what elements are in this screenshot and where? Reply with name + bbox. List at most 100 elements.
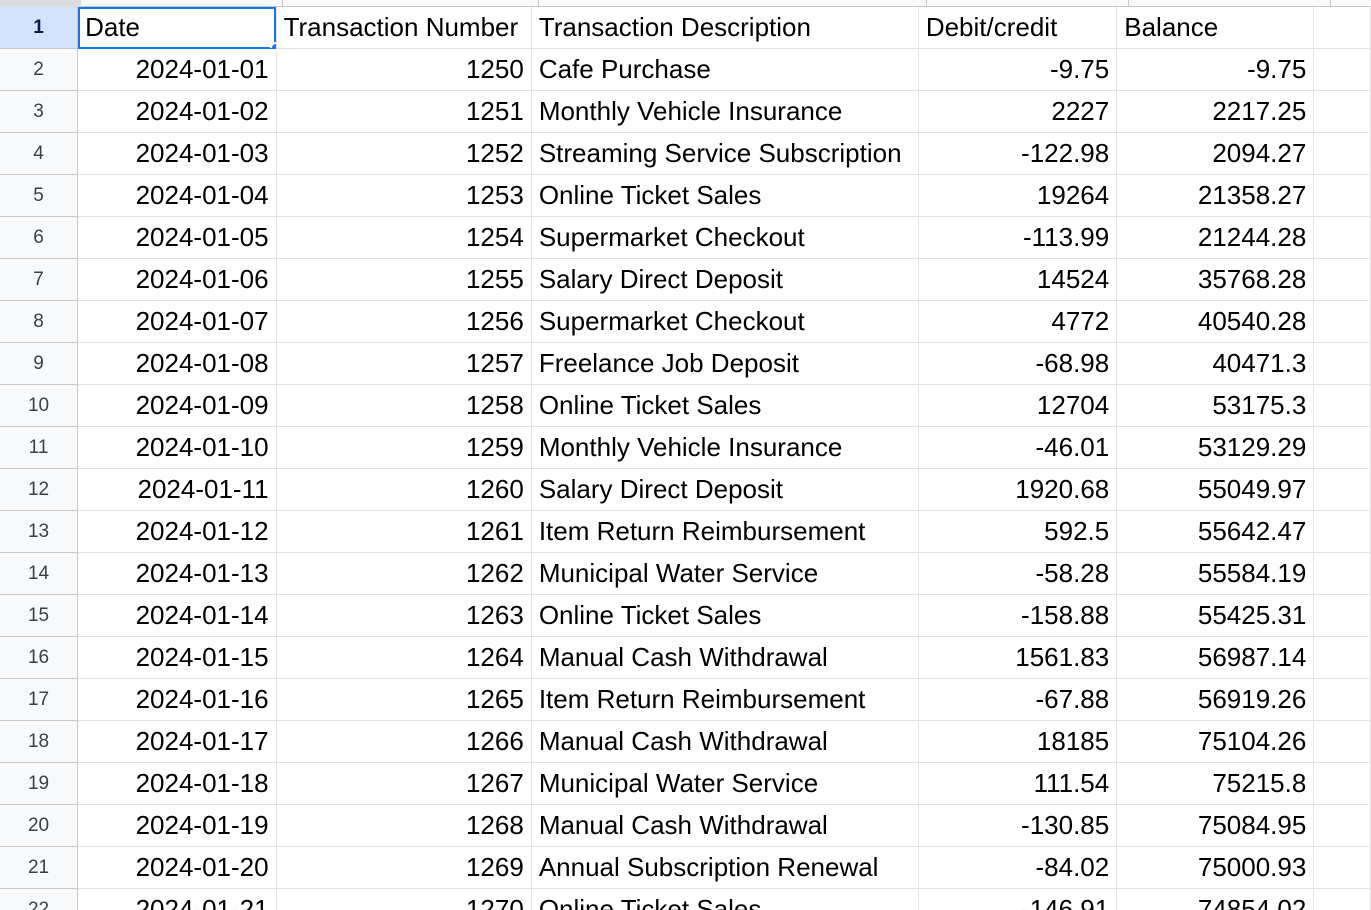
cell-empty[interactable] xyxy=(1313,804,1371,847)
cell-description[interactable]: Item Return Reimbursement xyxy=(531,510,919,553)
cell-empty[interactable] xyxy=(1313,762,1371,805)
cell-description[interactable]: Online Ticket Sales xyxy=(531,888,919,910)
row-number[interactable]: 8 xyxy=(0,300,79,343)
cell-date[interactable]: 2024-01-11 xyxy=(77,468,277,511)
cell-balance[interactable]: 75104.26 xyxy=(1116,720,1315,763)
cell-description[interactable]: Manual Cash Withdrawal xyxy=(531,804,919,847)
cell-date[interactable]: 2024-01-18 xyxy=(77,762,277,805)
spreadsheet-grid[interactable]: 1 Date Transaction Number Transaction De… xyxy=(0,0,1371,910)
cell-balance[interactable]: 75000.93 xyxy=(1116,846,1315,889)
cell-transaction-number[interactable]: 1264 xyxy=(276,636,532,679)
cell-debit-credit[interactable]: -122.98 xyxy=(918,132,1118,175)
cell-empty[interactable] xyxy=(1313,342,1371,385)
cell-date[interactable]: 2024-01-01 xyxy=(77,48,277,91)
cell-description-header[interactable]: Transaction Description xyxy=(531,7,919,49)
cell-debit-credit[interactable]: -9.75 xyxy=(918,48,1118,91)
cell-balance[interactable]: 21358.27 xyxy=(1116,174,1315,217)
cell-transaction-number[interactable]: 1268 xyxy=(276,804,532,847)
cell-balance[interactable]: 40471.3 xyxy=(1116,342,1315,385)
select-all-corner[interactable] xyxy=(0,0,81,7)
row-number[interactable]: 11 xyxy=(0,426,79,469)
row-number[interactable]: 18 xyxy=(0,720,79,763)
cell-number-header[interactable]: Transaction Number xyxy=(276,7,532,49)
cell-date[interactable]: 2024-01-14 xyxy=(77,594,277,637)
fill-handle[interactable] xyxy=(269,42,276,48)
cell-transaction-number[interactable]: 1257 xyxy=(276,342,532,385)
cell-debit-credit[interactable]: 18185 xyxy=(918,720,1118,763)
cell-empty[interactable] xyxy=(1313,552,1371,595)
cell-debit-credit[interactable]: 1920.68 xyxy=(918,468,1118,511)
cell-description[interactable]: Online Ticket Sales xyxy=(531,384,919,427)
cell-debit-credit[interactable]: -113.99 xyxy=(918,216,1118,259)
cell-transaction-number[interactable]: 1266 xyxy=(276,720,532,763)
cell-date[interactable]: 2024-01-09 xyxy=(77,384,277,427)
row-number[interactable]: 9 xyxy=(0,342,79,385)
cell-date[interactable]: 2024-01-21 xyxy=(77,888,277,910)
cell-debit-credit[interactable]: 19264 xyxy=(918,174,1118,217)
cell-transaction-number[interactable]: 1255 xyxy=(276,258,532,301)
cell-debit-credit[interactable]: 1561.83 xyxy=(918,636,1118,679)
cell-empty[interactable] xyxy=(1313,510,1371,553)
cell-debit-credit[interactable]: -84.02 xyxy=(918,846,1118,889)
column-divider[interactable] xyxy=(1128,0,1129,7)
cell-date[interactable]: 2024-01-17 xyxy=(77,720,277,763)
cell-date[interactable]: 2024-01-05 xyxy=(77,216,277,259)
cell-empty[interactable] xyxy=(1313,468,1371,511)
cell-date[interactable]: 2024-01-07 xyxy=(77,300,277,343)
cell-empty[interactable] xyxy=(1313,258,1371,301)
cell-description[interactable]: Municipal Water Service xyxy=(531,762,919,805)
cell-transaction-number[interactable]: 1254 xyxy=(276,216,532,259)
cell-empty[interactable] xyxy=(1313,636,1371,679)
cell-balance[interactable]: 75215.8 xyxy=(1116,762,1315,805)
row-number[interactable]: 13 xyxy=(0,510,79,553)
cell-debit-credit[interactable]: -58.28 xyxy=(918,552,1118,595)
row-number[interactable]: 14 xyxy=(0,552,79,595)
cell-transaction-number[interactable]: 1262 xyxy=(276,552,532,595)
cell-balance[interactable]: 35768.28 xyxy=(1116,258,1315,301)
cell-description[interactable]: Supermarket Checkout xyxy=(531,300,919,343)
cell-empty[interactable] xyxy=(1313,426,1371,469)
column-divider[interactable] xyxy=(538,0,539,7)
cell-description[interactable]: Municipal Water Service xyxy=(531,552,919,595)
cell-balance[interactable]: 55584.19 xyxy=(1116,552,1315,595)
cell-date[interactable]: 2024-01-02 xyxy=(77,90,277,133)
cell-balance[interactable]: 53129.29 xyxy=(1116,426,1315,469)
row-number[interactable]: 16 xyxy=(0,636,79,679)
cell-transaction-number[interactable]: 1263 xyxy=(276,594,532,637)
cell-date[interactable]: 2024-01-15 xyxy=(77,636,277,679)
cell-transaction-number[interactable]: 1258 xyxy=(276,384,532,427)
cell-debit-credit[interactable]: 111.54 xyxy=(918,762,1118,805)
row-number[interactable]: 7 xyxy=(0,258,79,301)
cell-empty[interactable] xyxy=(1313,7,1371,49)
cell-debit-credit[interactable]: -67.88 xyxy=(918,678,1118,721)
row-number[interactable]: 2 xyxy=(0,48,79,91)
cell-empty[interactable] xyxy=(1313,300,1371,343)
cell-date[interactable]: 2024-01-10 xyxy=(77,426,277,469)
cell-date[interactable]: 2024-01-08 xyxy=(77,342,277,385)
cell-balance[interactable]: 2094.27 xyxy=(1116,132,1315,175)
cell-transaction-number[interactable]: 1261 xyxy=(276,510,532,553)
cell-balance[interactable]: 55425.31 xyxy=(1116,594,1315,637)
cell-date[interactable]: 2024-01-19 xyxy=(77,804,277,847)
row-number[interactable]: 6 xyxy=(0,216,79,259)
cell-debit-credit[interactable]: 592.5 xyxy=(918,510,1118,553)
cell-balance[interactable]: 53175.3 xyxy=(1116,384,1315,427)
cell-description[interactable]: Manual Cash Withdrawal xyxy=(531,636,919,679)
cell-amount-header[interactable]: Debit/credit xyxy=(918,7,1118,49)
cell-balance[interactable]: -9.75 xyxy=(1116,48,1315,91)
cell-transaction-number[interactable]: 1256 xyxy=(276,300,532,343)
cell-debit-credit[interactable]: -68.98 xyxy=(918,342,1118,385)
cell-balance[interactable]: 74854.02 xyxy=(1116,888,1315,910)
cell-date[interactable]: 2024-01-12 xyxy=(77,510,277,553)
cell-description[interactable]: Supermarket Checkout xyxy=(531,216,919,259)
cell-empty[interactable] xyxy=(1313,678,1371,721)
cell-balance[interactable]: 40540.28 xyxy=(1116,300,1315,343)
cell-transaction-number[interactable]: 1260 xyxy=(276,468,532,511)
cell-description[interactable]: Monthly Vehicle Insurance xyxy=(531,426,919,469)
row-number[interactable]: 4 xyxy=(0,132,79,175)
row-number[interactable]: 10 xyxy=(0,384,79,427)
cell-description[interactable]: Salary Direct Deposit xyxy=(531,258,919,301)
cell-transaction-number[interactable]: 1269 xyxy=(276,846,532,889)
cell-transaction-number[interactable]: 1252 xyxy=(276,132,532,175)
row-number[interactable]: 5 xyxy=(0,174,79,217)
